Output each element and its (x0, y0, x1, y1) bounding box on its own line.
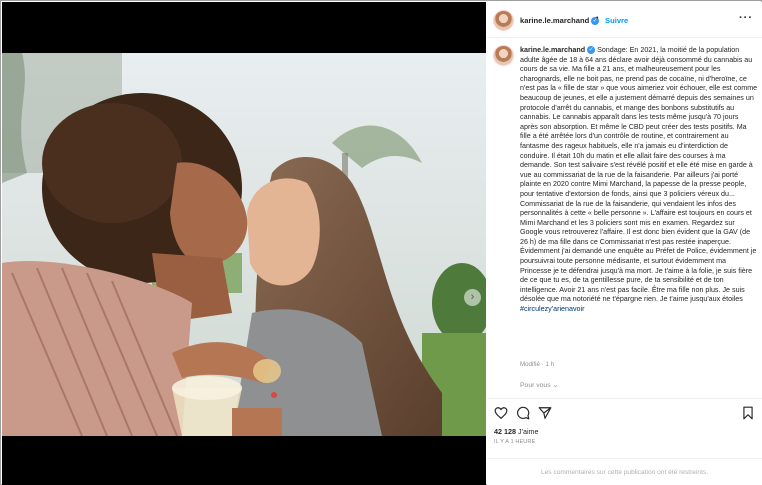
caption-username[interactable]: karine.le.marchand (520, 46, 585, 54)
caption: karine.le.marchand ✓ Sondage: En 2021, la… (520, 46, 758, 315)
caption-area: karine.le.marchand ✓ Sondage: En 2021, la… (487, 39, 762, 397)
likes-number: 42 128 (494, 427, 516, 436)
verified-badge-icon: ✓ (587, 46, 596, 55)
avatar[interactable] (493, 10, 514, 31)
post-age: IL Y A 1 HEURE (494, 439, 536, 445)
caption-text: Sondage: En 2021, la moitié de la popula… (520, 46, 758, 304)
comments-restricted-notice: Les commentaires sur cette publication o… (487, 458, 762, 485)
hashtag-link[interactable]: #circulezy'arienavoir (520, 305, 584, 313)
post-sidebar: karine.le.marchand ✓ • Suivre ··· karine.… (487, 2, 762, 485)
caption-timestamp: Modifié · 1 h (520, 361, 555, 368)
follow-button[interactable]: Suivre (605, 16, 628, 25)
carousel-next-button[interactable]: › (464, 289, 481, 306)
post-photo[interactable]: › (2, 53, 486, 436)
action-bar: 42 128 J'aime IL Y A 1 HEURE (487, 398, 762, 458)
caption-avatar[interactable] (493, 45, 514, 66)
post-photo-illustration (2, 53, 486, 436)
post-header: karine.le.marchand ✓ • Suivre ··· (487, 2, 762, 38)
likes-label: J'aime (517, 427, 539, 436)
likes-count[interactable]: 42 128 J'aime (494, 427, 539, 436)
heart-icon[interactable] (494, 406, 508, 420)
see-translation-link[interactable]: Pour vous ⌄ (520, 381, 558, 389)
post-window: › karine.le.marchand ✓ • Suivre ··· karin… (0, 0, 762, 485)
header-username-text[interactable]: karine.le.marchand (520, 16, 589, 25)
comment-icon[interactable] (516, 406, 530, 420)
media-pane: › (2, 2, 486, 485)
chevron-right-icon: › (470, 291, 475, 303)
share-icon[interactable] (538, 406, 552, 420)
dot-separator: • (596, 15, 599, 22)
header-username[interactable]: karine.le.marchand ✓ (520, 16, 600, 25)
bookmark-icon[interactable] (741, 406, 755, 420)
more-options-icon[interactable]: ··· (739, 12, 753, 24)
